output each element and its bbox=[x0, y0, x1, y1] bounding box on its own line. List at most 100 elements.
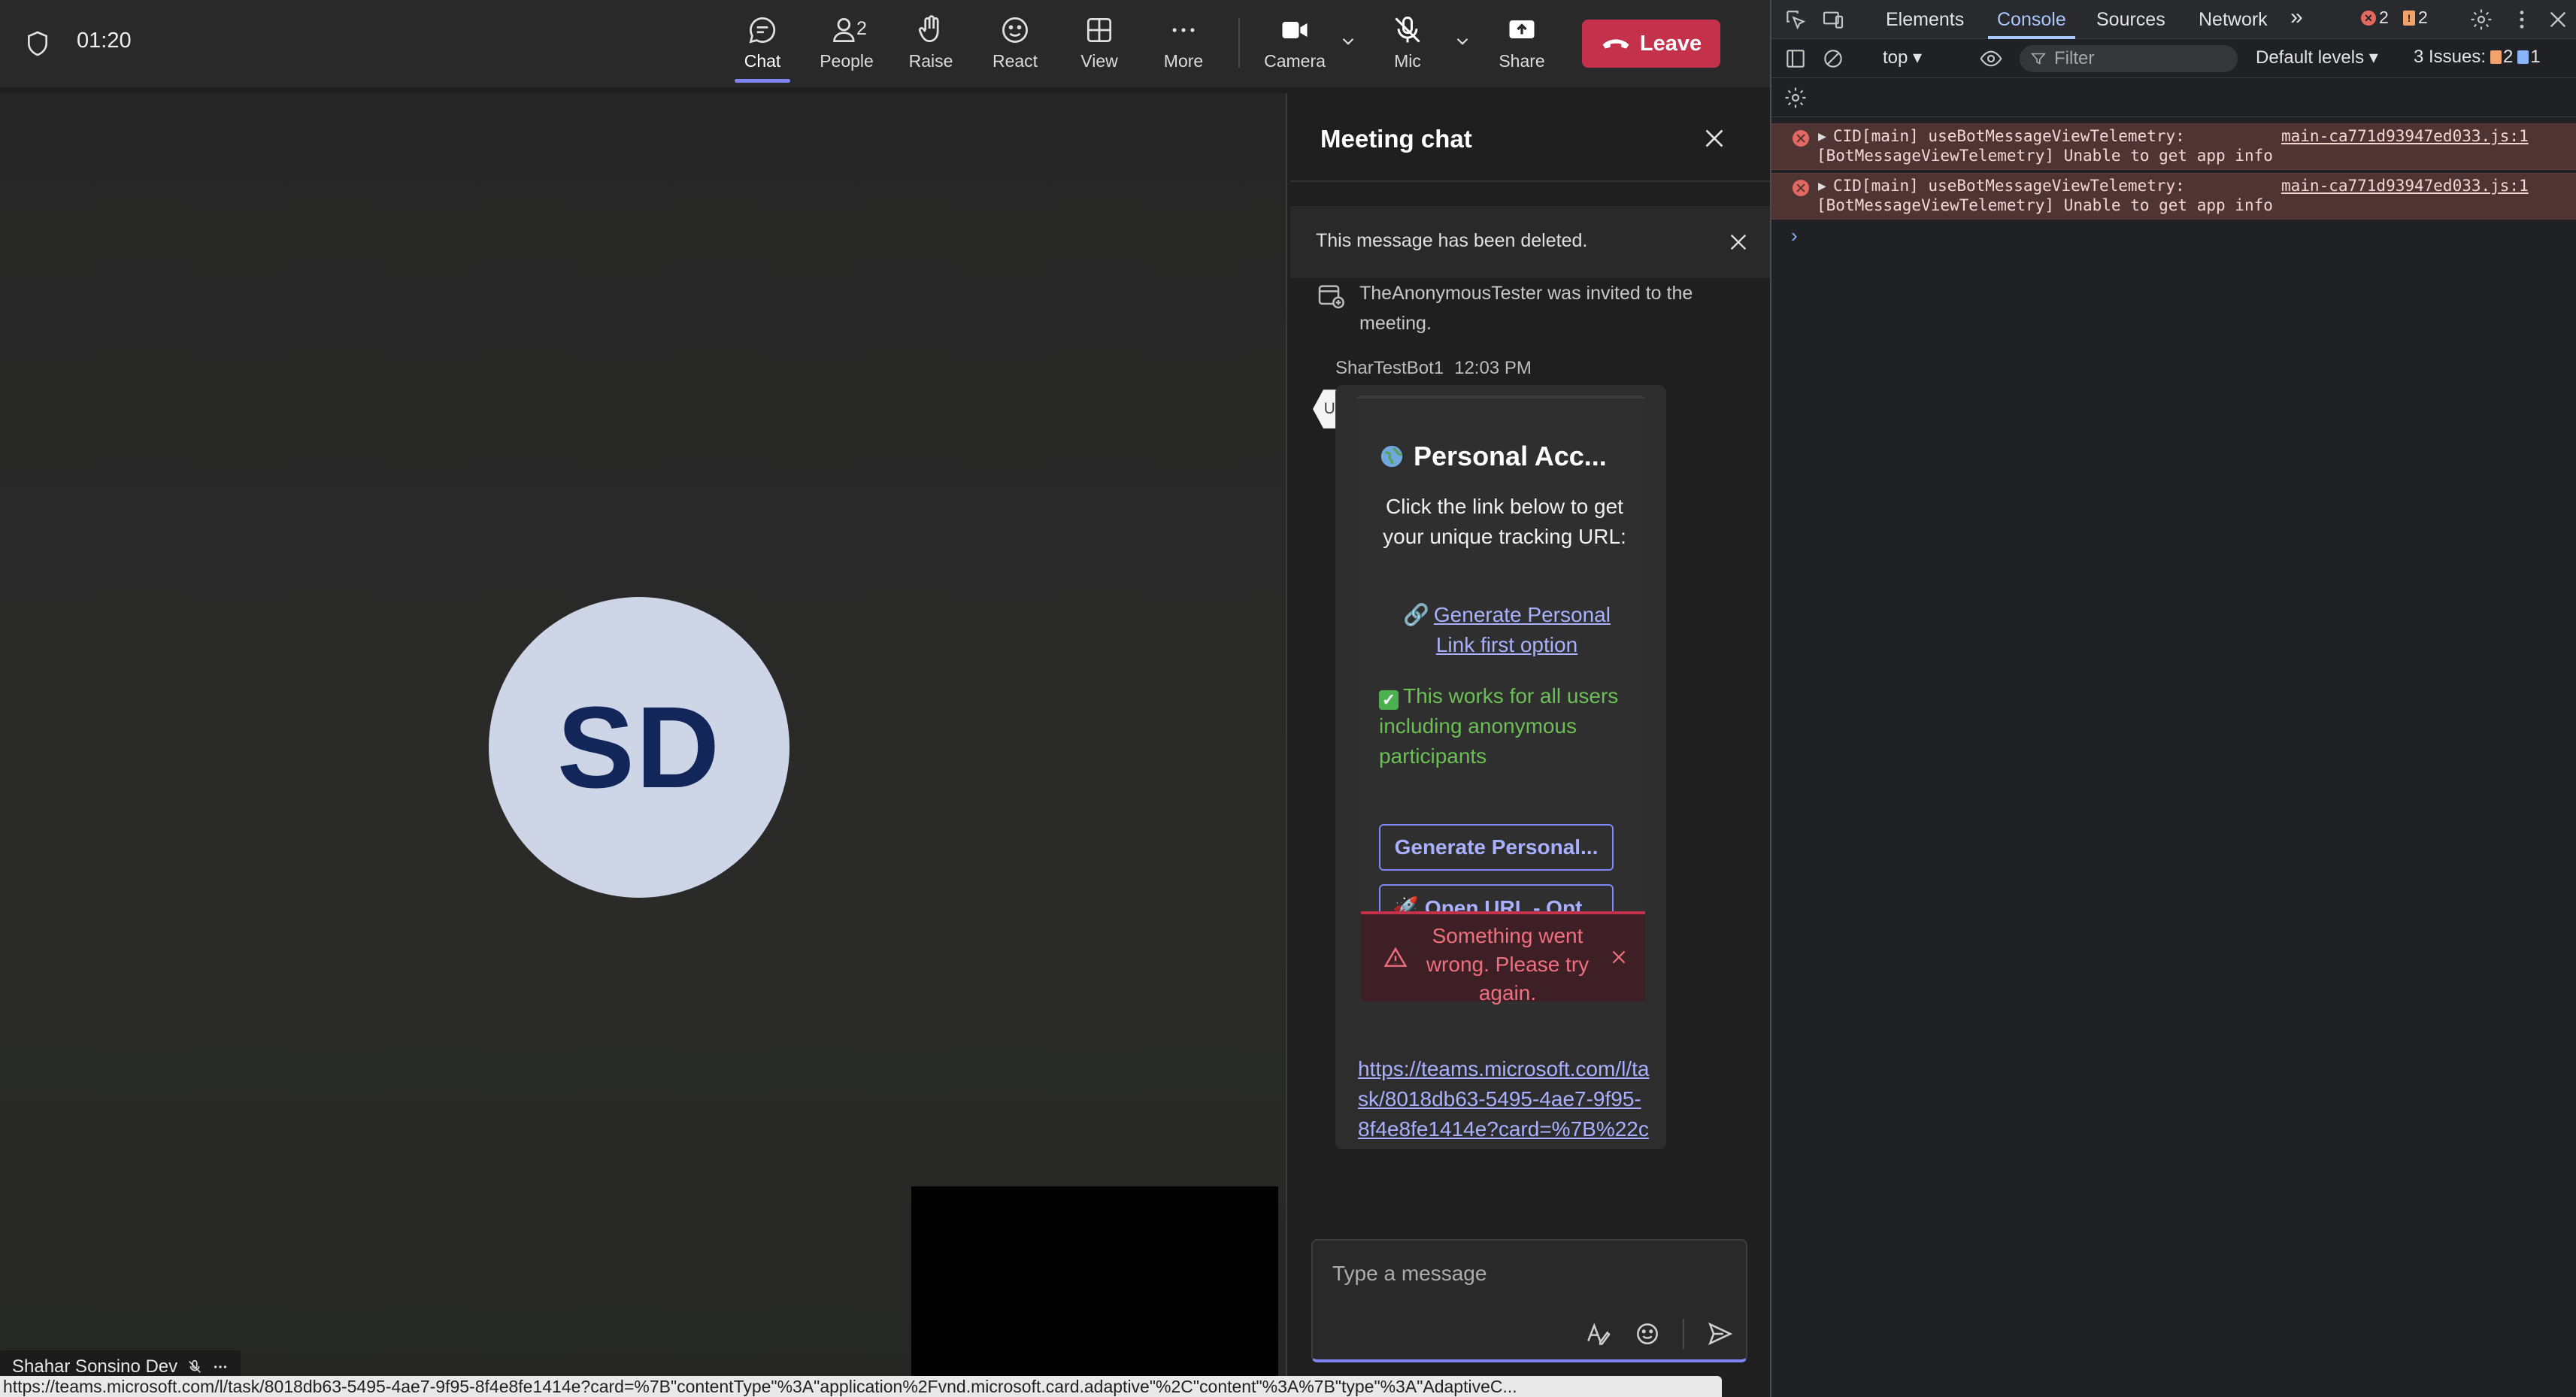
participant-avatar: SD bbox=[489, 597, 789, 898]
console-error-message[interactable]: ▶ CID[main] useBotMessageViewTelemetry: … bbox=[1771, 173, 2576, 220]
console-error-message[interactable]: ▶ CID[main] useBotMessageViewTelemetry: … bbox=[1771, 123, 2576, 170]
meeting-timer: 01:20 bbox=[77, 29, 132, 53]
system-message: TheAnonymousTester was invited to the me… bbox=[1359, 283, 1693, 334]
compose-actions bbox=[1583, 1319, 1734, 1349]
warning-icon bbox=[1383, 947, 1408, 967]
error-icon: ✕ bbox=[2361, 10, 2376, 26]
hand-icon bbox=[918, 15, 939, 43]
dismiss-icon[interactable] bbox=[1726, 230, 1750, 254]
chat-panel-title: Meeting chat bbox=[1320, 125, 1472, 153]
react-button[interactable]: React bbox=[978, 14, 1052, 80]
message-compose-box[interactable]: Type a message bbox=[1311, 1239, 1747, 1362]
raise-hand-button[interactable]: Raise bbox=[894, 14, 968, 80]
card-title: Personal Acc... bbox=[1356, 441, 1645, 472]
compose-placeholder: Type a message bbox=[1332, 1262, 1487, 1285]
deleted-message-notice: This message has been deleted. bbox=[1290, 206, 1770, 278]
more-dots-icon bbox=[1172, 28, 1195, 32]
link-chain-icon: 🔗 bbox=[1403, 603, 1429, 626]
camera-icon bbox=[1282, 22, 1308, 38]
check-mark-icon: ✓ bbox=[1379, 690, 1399, 710]
teams-meeting-window: 01:20 Chat 2 People Raise React View Mor… bbox=[0, 0, 1770, 1397]
mic-off-icon bbox=[1395, 17, 1420, 43]
leave-button[interactable]: Leave bbox=[1582, 20, 1720, 68]
camera-options-chevron-icon[interactable] bbox=[1338, 32, 1358, 51]
compose-divider bbox=[1683, 1319, 1684, 1349]
device-toolbar-icon[interactable] bbox=[1821, 8, 1845, 32]
more-button[interactable]: More bbox=[1147, 14, 1220, 80]
issue-info-icon bbox=[2517, 50, 2529, 64]
toolbar-divider bbox=[1238, 18, 1240, 68]
settings-gear-icon[interactable] bbox=[2469, 8, 2493, 32]
meeting-toolbar: 01:20 Chat 2 People Raise React View Mor… bbox=[0, 0, 1770, 87]
mic-button[interactable]: Mic bbox=[1371, 14, 1444, 80]
hang-up-icon bbox=[1602, 39, 1629, 49]
generate-personal-link[interactable]: Generate Personal Link first option bbox=[1434, 603, 1611, 656]
globe-icon bbox=[1380, 445, 1403, 468]
more-tabs-chevron-icon[interactable]: » bbox=[2290, 5, 2303, 30]
console-settings-row bbox=[1771, 78, 2576, 117]
share-button[interactable]: Share bbox=[1485, 14, 1559, 80]
kebab-menu-icon[interactable] bbox=[2510, 8, 2534, 32]
camera-button[interactable]: Camera bbox=[1257, 14, 1332, 80]
devtools-tab-bar: Elements Console Sources Network » ✕ 2 ! 2 bbox=[1771, 0, 2576, 39]
issue-warning-icon bbox=[2490, 50, 2502, 64]
divider bbox=[1290, 180, 1770, 182]
status-bar-url: https://teams.microsoft.com/l/task/8018d… bbox=[0, 1376, 1722, 1397]
task-url-link[interactable]: https://teams.microsoft.com/l/task/8018d… bbox=[1358, 1054, 1651, 1149]
chat-icon bbox=[749, 17, 776, 44]
card-link-row: 🔗 Generate Personal Link first option bbox=[1386, 600, 1627, 660]
warning-count-badge[interactable]: ! 2 bbox=[2403, 8, 2428, 28]
filter-funnel-icon bbox=[2030, 53, 2047, 65]
expand-triangle-icon[interactable]: ▶ bbox=[1818, 129, 1826, 144]
grid-icon bbox=[1086, 17, 1112, 43]
mic-muted-icon bbox=[189, 1359, 202, 1373]
format-text-icon[interactable] bbox=[1583, 1320, 1612, 1348]
card-success-note: ✓ This works for all users including anon… bbox=[1379, 684, 1619, 768]
inspect-element-icon[interactable] bbox=[1784, 8, 1808, 32]
tab-elements[interactable]: Elements bbox=[1886, 9, 1964, 31]
view-button[interactable]: View bbox=[1062, 14, 1136, 80]
tab-console[interactable]: Console bbox=[1988, 9, 2075, 39]
tab-network[interactable]: Network bbox=[2199, 9, 2268, 31]
share-screen-icon bbox=[1509, 20, 1535, 38]
mic-options-chevron-icon[interactable] bbox=[1453, 32, 1472, 51]
card-error-banner: Something went wrong. Please try again. bbox=[1361, 911, 1645, 1005]
send-icon[interactable] bbox=[1705, 1320, 1734, 1348]
error-icon bbox=[1793, 180, 1809, 196]
sidebar-toggle-icon[interactable] bbox=[1784, 47, 1808, 71]
source-link[interactable]: main-ca771d93947ed033.js:1 bbox=[2281, 127, 2529, 145]
close-devtools-icon[interactable] bbox=[2546, 8, 2570, 32]
people-button[interactable]: 2 People bbox=[810, 14, 883, 80]
message-sender: SharTestBot1 12:03 PM bbox=[1335, 358, 1532, 378]
console-toolbar: top ▾ Filter Default levels ▾ 3 Issues: … bbox=[1771, 39, 2576, 78]
chat-button[interactable]: Chat bbox=[726, 14, 799, 83]
console-settings-gear-icon[interactable] bbox=[1784, 86, 1808, 110]
expand-triangle-icon[interactable]: ▶ bbox=[1818, 178, 1826, 194]
close-error-icon[interactable] bbox=[1609, 947, 1629, 967]
more-options-icon[interactable] bbox=[212, 1358, 229, 1376]
error-count-badge[interactable]: ✕ 2 bbox=[2361, 8, 2389, 28]
live-expression-eye-icon[interactable] bbox=[1979, 47, 2003, 71]
console-prompt[interactable]: › bbox=[1791, 224, 1798, 247]
log-levels-dropdown[interactable]: Default levels ▾ bbox=[2256, 47, 2378, 68]
warning-icon: ! bbox=[2403, 10, 2415, 26]
meeting-chat-panel: Meeting chat This message has been delet… bbox=[1290, 87, 1770, 1397]
error-icon bbox=[1793, 130, 1809, 147]
devtools-panel: Elements Console Sources Network » ✕ 2 ! 2… bbox=[1770, 0, 2576, 1397]
source-link[interactable]: main-ca771d93947ed033.js:1 bbox=[2281, 177, 2529, 195]
filter-input[interactable]: Filter bbox=[2020, 45, 2238, 72]
clear-console-icon[interactable] bbox=[1821, 47, 1845, 71]
video-stage: SD Shahar Sonsino Dev bbox=[0, 93, 1287, 1397]
url-message-bubble: https://teams.microsoft.com/l/task/8018d… bbox=[1335, 1035, 1666, 1149]
generate-personal-button[interactable]: Generate Personal... bbox=[1379, 824, 1614, 871]
card-body-text: Click the link below to get your unique … bbox=[1383, 495, 1626, 548]
people-count-badge: 2 bbox=[856, 18, 867, 39]
tab-sources[interactable]: Sources bbox=[2096, 9, 2165, 31]
issues-counter[interactable]: 3 Issues: 2 1 bbox=[2414, 47, 2541, 68]
calendar-invite-icon bbox=[1318, 285, 1344, 309]
emoji-icon[interactable] bbox=[1633, 1320, 1662, 1348]
self-video-preview[interactable] bbox=[911, 1186, 1278, 1397]
context-selector[interactable]: top ▾ bbox=[1883, 47, 1922, 68]
shield-icon[interactable] bbox=[23, 29, 53, 59]
close-icon[interactable] bbox=[1701, 125, 1728, 152]
